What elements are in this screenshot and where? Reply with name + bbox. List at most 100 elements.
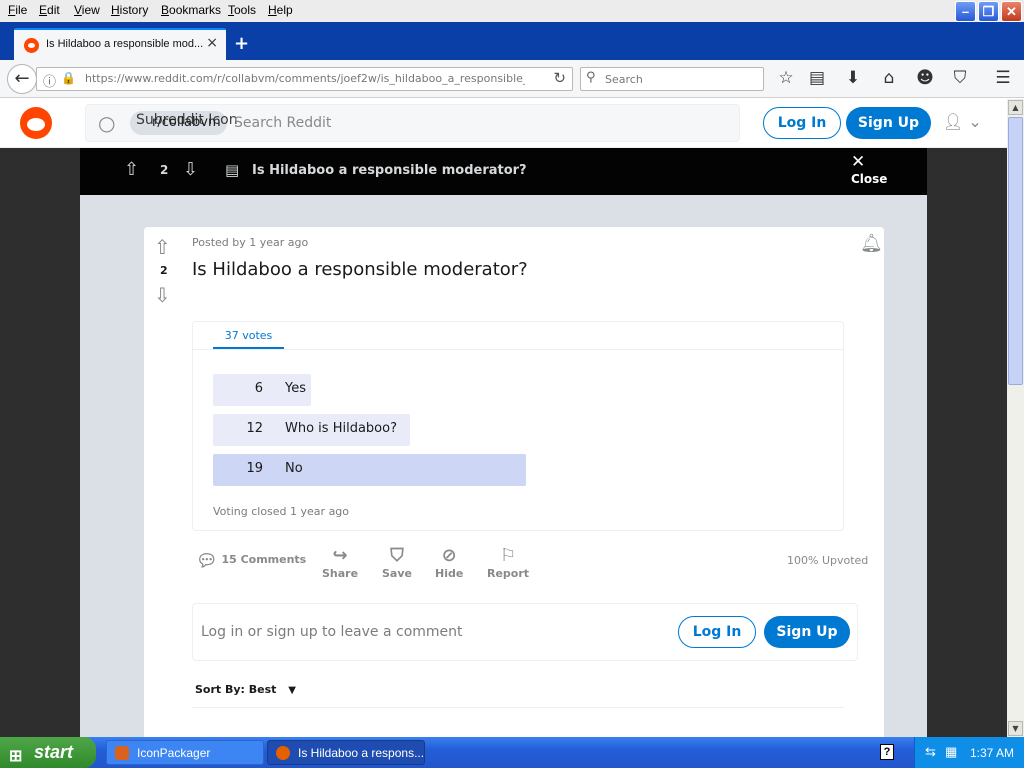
poll-option-count: 6 xyxy=(254,381,263,396)
poll-status: Voting closed 1 year ago xyxy=(213,505,350,518)
volume-icon[interactable]: ▦ xyxy=(945,744,957,760)
post-title: Is Hildaboo a responsible moderator? xyxy=(192,259,528,280)
url-text[interactable]: https://www.reddit.com/r/collabvm/commen… xyxy=(85,72,525,85)
comments-label: 15 Comments xyxy=(221,553,307,566)
taskbar-item-iconpackager[interactable]: IconPackager xyxy=(106,740,264,765)
poll-votes-tab[interactable]: 37 votes xyxy=(213,329,284,349)
search-placeholder: Search Reddit xyxy=(234,115,332,131)
signup-button[interactable]: Sign Up xyxy=(764,616,850,648)
subreddit-icon: Subreddit Icon xyxy=(136,112,238,128)
menu-view[interactable]: View xyxy=(74,3,100,17)
search-icon: ○ xyxy=(98,111,116,135)
share-icon: ↪ xyxy=(332,545,348,566)
lock-icon[interactable]: 🔒 xyxy=(61,71,76,85)
menu-tools[interactable]: Tools xyxy=(228,3,256,17)
downvote-icon[interactable]: ⇩ xyxy=(154,283,171,307)
browser-search-input[interactable]: ⚲ Search xyxy=(580,67,764,91)
poll-option: 6 Yes xyxy=(213,374,311,406)
browser-tab[interactable]: Is Hildaboo a responsible mod... × xyxy=(14,28,226,62)
taskbar-item-firefox[interactable]: Is Hildaboo a respons... xyxy=(267,740,425,765)
vertical-scrollbar[interactable]: ▲ ▼ xyxy=(1007,99,1024,737)
overlay-score: 2 xyxy=(160,163,169,177)
download-icon[interactable]: ⬇ xyxy=(841,68,865,88)
scroll-up-icon[interactable]: ▲ xyxy=(1008,100,1023,115)
save-button[interactable]: ⛉ Save xyxy=(382,545,412,580)
reader-list-icon[interactable]: ▤ xyxy=(805,68,829,88)
post-meta: Posted by 1 year ago xyxy=(192,236,309,249)
upvote-ratio: 100% Upvoted xyxy=(787,554,869,567)
desktop-screen: File Edit View History Bookmarks Tools H… xyxy=(0,0,1024,768)
back-button[interactable]: ← xyxy=(7,64,37,94)
share-label: Share xyxy=(322,567,359,580)
info-icon[interactable]: ⓘ xyxy=(43,71,56,90)
emoji-icon[interactable]: ☻ xyxy=(913,68,937,88)
new-tab-button[interactable]: + xyxy=(234,33,249,54)
login-button[interactable]: Log In xyxy=(763,107,841,139)
menu-file[interactable]: File xyxy=(8,3,27,17)
hide-button[interactable]: ⊘ Hide xyxy=(435,545,463,580)
scroll-down-icon[interactable]: ▼ xyxy=(1008,721,1023,736)
save-label: Save xyxy=(382,567,412,580)
reload-icon[interactable]: ↻ xyxy=(553,69,566,87)
post-backdrop: ⇧ 2 ⇩ Posted by 1 year ago 🔔︎ Is Hildabo… xyxy=(80,195,927,737)
divider xyxy=(193,349,843,350)
close-button[interactable]: Close xyxy=(851,172,887,186)
menu-help[interactable]: Help xyxy=(268,3,293,17)
signup-button[interactable]: Sign Up xyxy=(846,107,931,139)
menu-history[interactable]: History xyxy=(111,3,148,17)
poll-option-winner: 19 No xyxy=(213,454,526,486)
menu-edit[interactable]: Edit xyxy=(39,3,60,17)
poll-option-count: 19 xyxy=(246,461,263,476)
web-content: ○ r/collabvm Subreddit Icon Search Reddi… xyxy=(0,99,1007,737)
report-button[interactable]: ⚐ Report xyxy=(487,545,529,580)
reddit-logo-icon[interactable] xyxy=(20,107,52,139)
downvote-icon[interactable]: ⇩ xyxy=(183,159,198,180)
poll-option-count: 12 xyxy=(246,421,263,436)
caret-down-icon: ▼ xyxy=(288,685,296,696)
poll-option: 12 Who is Hildaboo? xyxy=(213,414,410,446)
poll-option-label: Who is Hildaboo? xyxy=(285,421,397,436)
home-icon[interactable]: ⌂ xyxy=(877,68,901,88)
iconpackager-icon xyxy=(115,746,129,760)
taskbar: ⊞ start IconPackager Is Hildaboo a respo… xyxy=(0,737,1024,768)
share-button[interactable]: ↪ Share xyxy=(322,545,358,580)
tab-close-icon[interactable]: × xyxy=(206,35,218,51)
system-tray: ⇆ ▦ 1:37 AM xyxy=(914,737,1024,768)
post-overlay-bar: ⇧ 2 ⇩ ▤ Is Hildaboo a responsible modera… xyxy=(80,148,927,195)
hamburger-menu-icon[interactable]: ☰ xyxy=(991,68,1015,88)
comment-login-box: Log in or sign up to leave a comment Log… xyxy=(192,603,858,661)
help-icon[interactable]: ? xyxy=(880,744,894,760)
user-menu-icon[interactable]: 👤︎ ⌄ xyxy=(943,112,982,131)
post-document-icon: ▤ xyxy=(225,161,240,179)
reddit-favicon-icon xyxy=(24,38,39,53)
start-label: start xyxy=(34,742,74,762)
sort-dropdown[interactable]: Sort By: Best ▼ xyxy=(195,683,296,696)
scrollbar-thumb[interactable] xyxy=(1008,117,1023,385)
sort-label: Sort By: Best xyxy=(195,683,277,696)
report-label: Report xyxy=(487,567,530,580)
bell-icon[interactable]: 🔔︎ xyxy=(860,233,883,254)
upvote-icon[interactable]: ⇧ xyxy=(124,159,139,180)
star-icon[interactable]: ☆ xyxy=(774,68,798,88)
comment-prompt: Log in or sign up to leave a comment xyxy=(201,624,463,640)
close-window-icon[interactable]: ✕ xyxy=(1001,1,1022,22)
comments-button[interactable]: 💬︎ 15 Comments xyxy=(196,550,306,572)
menu-bookmarks[interactable]: Bookmarks xyxy=(161,3,221,17)
back-arrow-icon: ← xyxy=(14,68,30,89)
url-bar[interactable]: ⓘ 🔒 https://www.reddit.com/r/collabvm/co… xyxy=(36,67,573,91)
pocket-icon[interactable]: ⛉ xyxy=(948,68,972,88)
upvote-icon[interactable]: ⇧ xyxy=(154,235,171,259)
login-button[interactable]: Log In xyxy=(678,616,756,648)
restore-icon[interactable]: ❐ xyxy=(978,1,999,22)
reddit-search-input[interactable]: ○ r/collabvm Subreddit Icon Search Reddi… xyxy=(85,104,740,142)
network-icon[interactable]: ⇆ xyxy=(925,744,936,760)
bookmark-icon: ⛉ xyxy=(390,545,404,566)
hide-label: Hide xyxy=(435,567,464,580)
poll: 37 votes 6 Yes 12 Who is Hildaboo? 19 No xyxy=(192,321,844,531)
start-button[interactable]: ⊞ start xyxy=(0,737,96,768)
close-icon[interactable]: ✕ xyxy=(851,152,865,172)
overlay-title: Is Hildaboo a responsible moderator? xyxy=(252,163,527,178)
minimize-icon[interactable]: – xyxy=(955,1,976,22)
windows-flag-icon: ⊞ xyxy=(9,748,23,765)
poll-option-label: Yes xyxy=(285,381,306,396)
